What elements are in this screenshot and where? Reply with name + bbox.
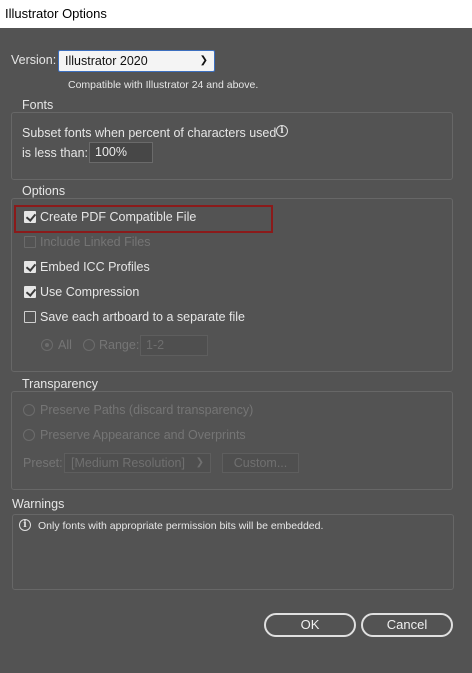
artboards-all-label[interactable]: All: [58, 338, 72, 352]
create-pdf-label[interactable]: Create PDF Compatible File: [40, 210, 196, 224]
chevron-down-icon: ❯: [199, 55, 208, 66]
create-pdf-checkbox[interactable]: [24, 211, 36, 223]
version-label: Version:: [11, 53, 57, 67]
ok-button[interactable]: OK: [264, 613, 356, 637]
cancel-button[interactable]: Cancel: [361, 613, 453, 637]
embed-icc-label[interactable]: Embed ICC Profiles: [40, 260, 150, 274]
cancel-button-label: Cancel: [386, 617, 428, 632]
custom-button[interactable]: Custom...: [222, 453, 299, 473]
fonts-group-title: Fonts: [19, 98, 57, 112]
fonts-threshold-label: is less than:: [22, 146, 89, 160]
warnings-title: Warnings: [12, 497, 65, 511]
title-bar: Illustrator Options: [0, 0, 472, 28]
artboards-all-radio[interactable]: [41, 339, 53, 351]
info-icon: i: [19, 519, 31, 531]
save-artboards-checkbox[interactable]: [24, 311, 36, 323]
illustrator-options-dialog: Illustrator Options Version: Illustrator…: [0, 0, 472, 673]
preset-select-value: [Medium Resolution]: [71, 456, 185, 470]
fonts-percent-input[interactable]: 100%: [89, 142, 153, 163]
preset-label: Preset:: [23, 456, 63, 470]
preset-select[interactable]: [Medium Resolution] ❯: [64, 453, 211, 473]
artboards-range-input[interactable]: 1-2: [140, 335, 208, 356]
ok-button-label: OK: [300, 617, 320, 632]
artboards-range-radio[interactable]: [83, 339, 95, 351]
include-linked-checkbox[interactable]: [24, 236, 36, 248]
preserve-paths-radio[interactable]: [23, 404, 35, 416]
version-select[interactable]: Illustrator 2020 ❯: [58, 50, 215, 72]
fonts-subset-label: Subset fonts when percent of characters …: [22, 126, 277, 140]
version-compatibility-note: Compatible with Illustrator 24 and above…: [68, 79, 259, 91]
window-title: Illustrator Options: [5, 6, 107, 21]
use-compression-label[interactable]: Use Compression: [40, 285, 139, 299]
version-select-value: Illustrator 2020: [65, 54, 148, 68]
use-compression-checkbox[interactable]: [24, 286, 36, 298]
save-artboards-label[interactable]: Save each artboard to a separate file: [40, 310, 245, 324]
artboards-range-value: 1-2: [146, 338, 165, 352]
fonts-percent-value: 100%: [95, 145, 127, 159]
options-group-title: Options: [19, 184, 69, 198]
embed-icc-checkbox[interactable]: [24, 261, 36, 273]
preserve-appearance-label[interactable]: Preserve Appearance and Overprints: [40, 428, 246, 442]
preserve-paths-label[interactable]: Preserve Paths (discard transparency): [40, 403, 253, 417]
transparency-group-title: Transparency: [19, 377, 101, 391]
artboards-range-label[interactable]: Range:: [99, 338, 139, 352]
custom-button-label: Custom...: [233, 456, 288, 470]
info-icon[interactable]: i: [276, 125, 288, 137]
include-linked-label[interactable]: Include Linked Files: [40, 235, 150, 249]
chevron-down-icon: ❯: [195, 457, 204, 468]
warnings-message: Only fonts with appropriate permission b…: [38, 520, 324, 532]
preserve-appearance-radio[interactable]: [23, 429, 35, 441]
